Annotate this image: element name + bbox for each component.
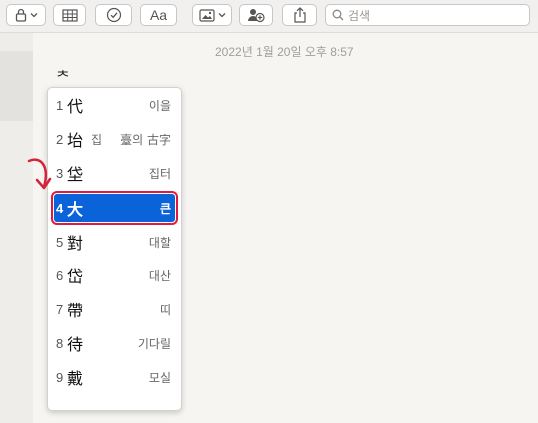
candidate-reading: 큰 <box>159 201 171 216</box>
share-button[interactable] <box>282 4 317 26</box>
candidate-number: 5 <box>56 234 64 250</box>
checklist-icon <box>106 7 122 23</box>
table-button[interactable] <box>53 4 86 26</box>
candidate-reading: 이을 <box>148 98 171 113</box>
candidate-item[interactable]: 9 戴 모실 <box>54 363 175 391</box>
candidate-hanja: 對 <box>67 234 84 253</box>
candidate-reading: 기다릴 <box>137 336 171 351</box>
checklist-button[interactable] <box>95 4 132 26</box>
media-button[interactable] <box>192 4 232 26</box>
candidate-item-selected[interactable]: 4 大 큰 <box>51 191 178 225</box>
candidate-meaning: 집 <box>91 132 103 147</box>
composing-text[interactable]: ᄎ <box>56 66 70 89</box>
candidate-number: 6 <box>56 267 64 283</box>
collaborate-button[interactable] <box>239 4 273 26</box>
candidate-reading: 띠 <box>159 302 171 317</box>
candidate-hanja: 戴 <box>67 369 84 388</box>
candidate-number: 4 <box>56 200 64 216</box>
candidate-hanja: 垈 <box>67 165 84 184</box>
candidate-reading: 대할 <box>148 235 171 250</box>
candidate-number: 1 <box>56 97 64 113</box>
candidate-reading: 臺의 古字 <box>120 132 171 147</box>
candidate-item[interactable]: 5 對 대할 <box>54 228 175 256</box>
format-button[interactable]: Aa <box>140 4 177 26</box>
candidate-hanja: 代 <box>67 97 84 116</box>
photo-icon <box>198 8 215 22</box>
search-icon <box>332 6 344 25</box>
hanja-candidate-window: 1 代 이을 2 坮 집 臺의 古字 3 垈 집터 4 大 큰 5 對 대할 6… <box>47 87 182 411</box>
lock-icon <box>15 8 27 22</box>
candidate-hanja: 待 <box>67 335 84 354</box>
candidate-reading: 집터 <box>148 166 171 181</box>
composing-char: ᄎ <box>56 68 70 86</box>
share-icon <box>293 7 307 23</box>
candidate-item[interactable]: 2 坮 집 臺의 古字 <box>54 125 175 153</box>
selected-note-row[interactable] <box>0 51 33 121</box>
candidate-item[interactable]: 7 帶 띠 <box>54 295 175 323</box>
candidate-hanja: 帶 <box>67 301 84 320</box>
lock-button[interactable] <box>6 4 46 26</box>
candidate-item[interactable]: 1 代 이을 <box>54 91 175 119</box>
candidate-hanja: 大 <box>67 200 84 219</box>
candidate-item[interactable]: 3 垈 집터 <box>54 159 175 187</box>
candidate-item[interactable]: 8 待 기다릴 <box>54 329 175 357</box>
candidate-hanja: 坮 <box>67 131 84 150</box>
candidate-hanja: 岱 <box>67 267 84 286</box>
candidate-reading: 모실 <box>148 370 171 385</box>
toolbar: Aa 검색 <box>0 0 538 33</box>
chevron-down-icon <box>218 12 226 18</box>
candidate-number: 7 <box>56 301 64 317</box>
candidate-reading: 대산 <box>148 268 171 283</box>
candidate-number: 9 <box>56 369 64 385</box>
notes-list-edge[interactable] <box>0 33 33 423</box>
curved-arrow-icon <box>26 157 58 197</box>
add-person-icon <box>247 7 265 23</box>
note-date: 2022년 1월 20일 오후 8:57 <box>215 45 354 59</box>
table-icon <box>61 8 78 22</box>
candidate-number: 2 <box>56 131 64 147</box>
chevron-down-icon <box>30 12 38 18</box>
search-field[interactable]: 검색 <box>325 4 530 26</box>
candidate-item[interactable]: 6 岱 대산 <box>54 261 175 289</box>
search-placeholder: 검색 <box>348 8 371 23</box>
candidate-number: 8 <box>56 335 64 351</box>
